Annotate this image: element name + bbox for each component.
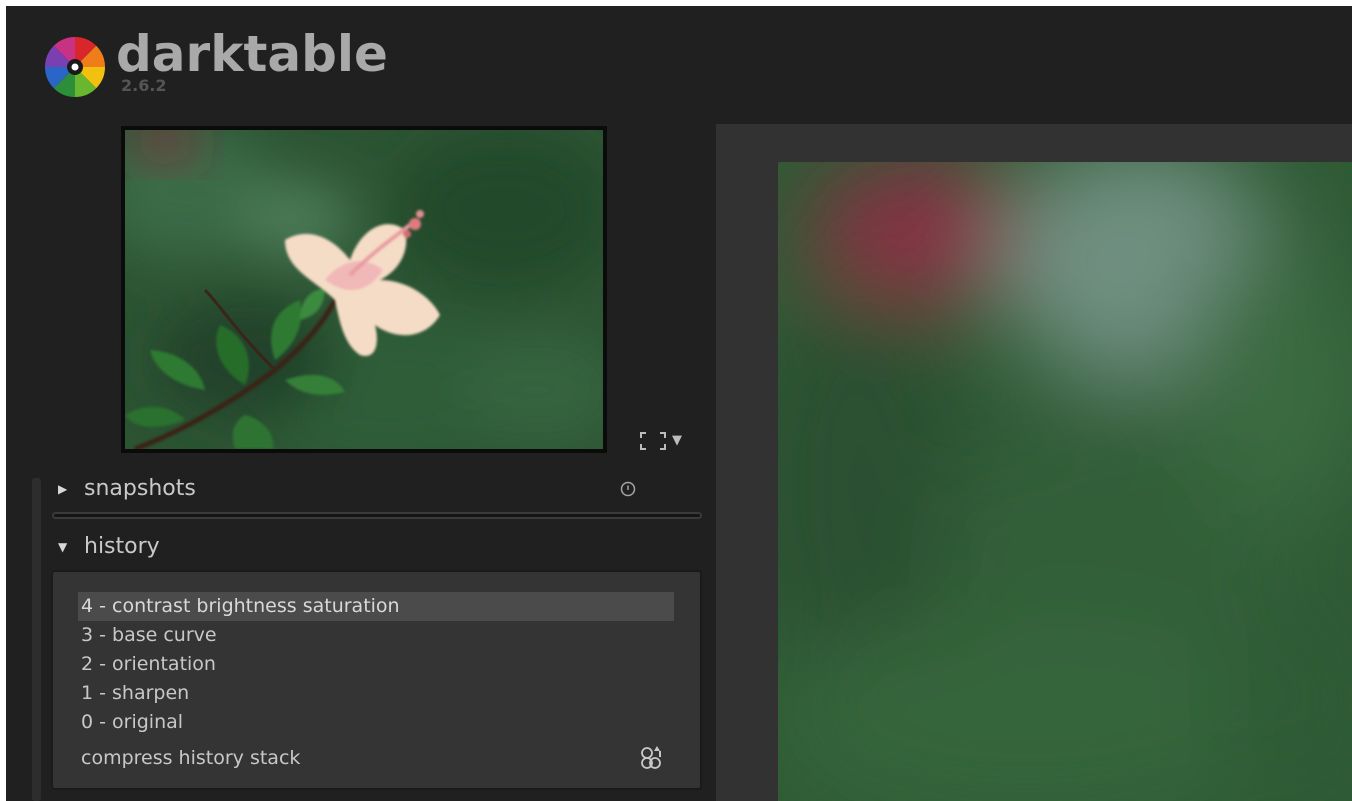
history-item[interactable]: 1 - sharpen — [78, 679, 674, 708]
create-style-icon[interactable] — [637, 742, 667, 772]
zoom-dropdown-caret[interactable]: ▼ — [672, 433, 682, 449]
app-name: darktable — [116, 25, 388, 83]
reset-circle-icon[interactable] — [620, 481, 636, 497]
center-image-view[interactable] — [716, 124, 1352, 801]
navigation-zoom-controls[interactable]: ▼ — [640, 430, 682, 452]
history-item[interactable]: 2 - orientation — [78, 650, 674, 679]
darktable-window: darktable 2.6.2 ▼ ▶ snapshots ▼ history … — [6, 6, 1352, 801]
history-item[interactable]: 3 - base curve — [78, 621, 674, 650]
darktable-logo-icon — [45, 37, 105, 97]
compress-history-button[interactable]: compress history stack — [81, 744, 300, 772]
history-panel: 4 - contrast brightness saturation 3 - b… — [51, 570, 702, 790]
fit-to-screen-icon[interactable] — [640, 432, 666, 450]
snapshots-module-header[interactable]: ▶ snapshots — [52, 472, 702, 506]
history-title: history — [84, 534, 160, 559]
history-module-header[interactable]: ▼ history — [52, 530, 702, 564]
snapshots-title: snapshots — [84, 476, 196, 501]
navigation-thumbnail[interactable] — [121, 126, 607, 453]
triangle-down-icon: ▼ — [58, 540, 68, 554]
history-item[interactable]: 4 - contrast brightness saturation — [78, 592, 674, 621]
zoomed-image-preview — [778, 162, 1352, 801]
history-item[interactable]: 0 - original — [78, 708, 674, 737]
hibiscus-flower-image — [125, 130, 603, 449]
triangle-right-icon: ▶ — [58, 482, 68, 496]
snapshots-collapsed-bar — [52, 512, 702, 519]
app-version: 2.6.2 — [121, 76, 167, 95]
left-panel-scrollbar[interactable] — [32, 478, 41, 801]
